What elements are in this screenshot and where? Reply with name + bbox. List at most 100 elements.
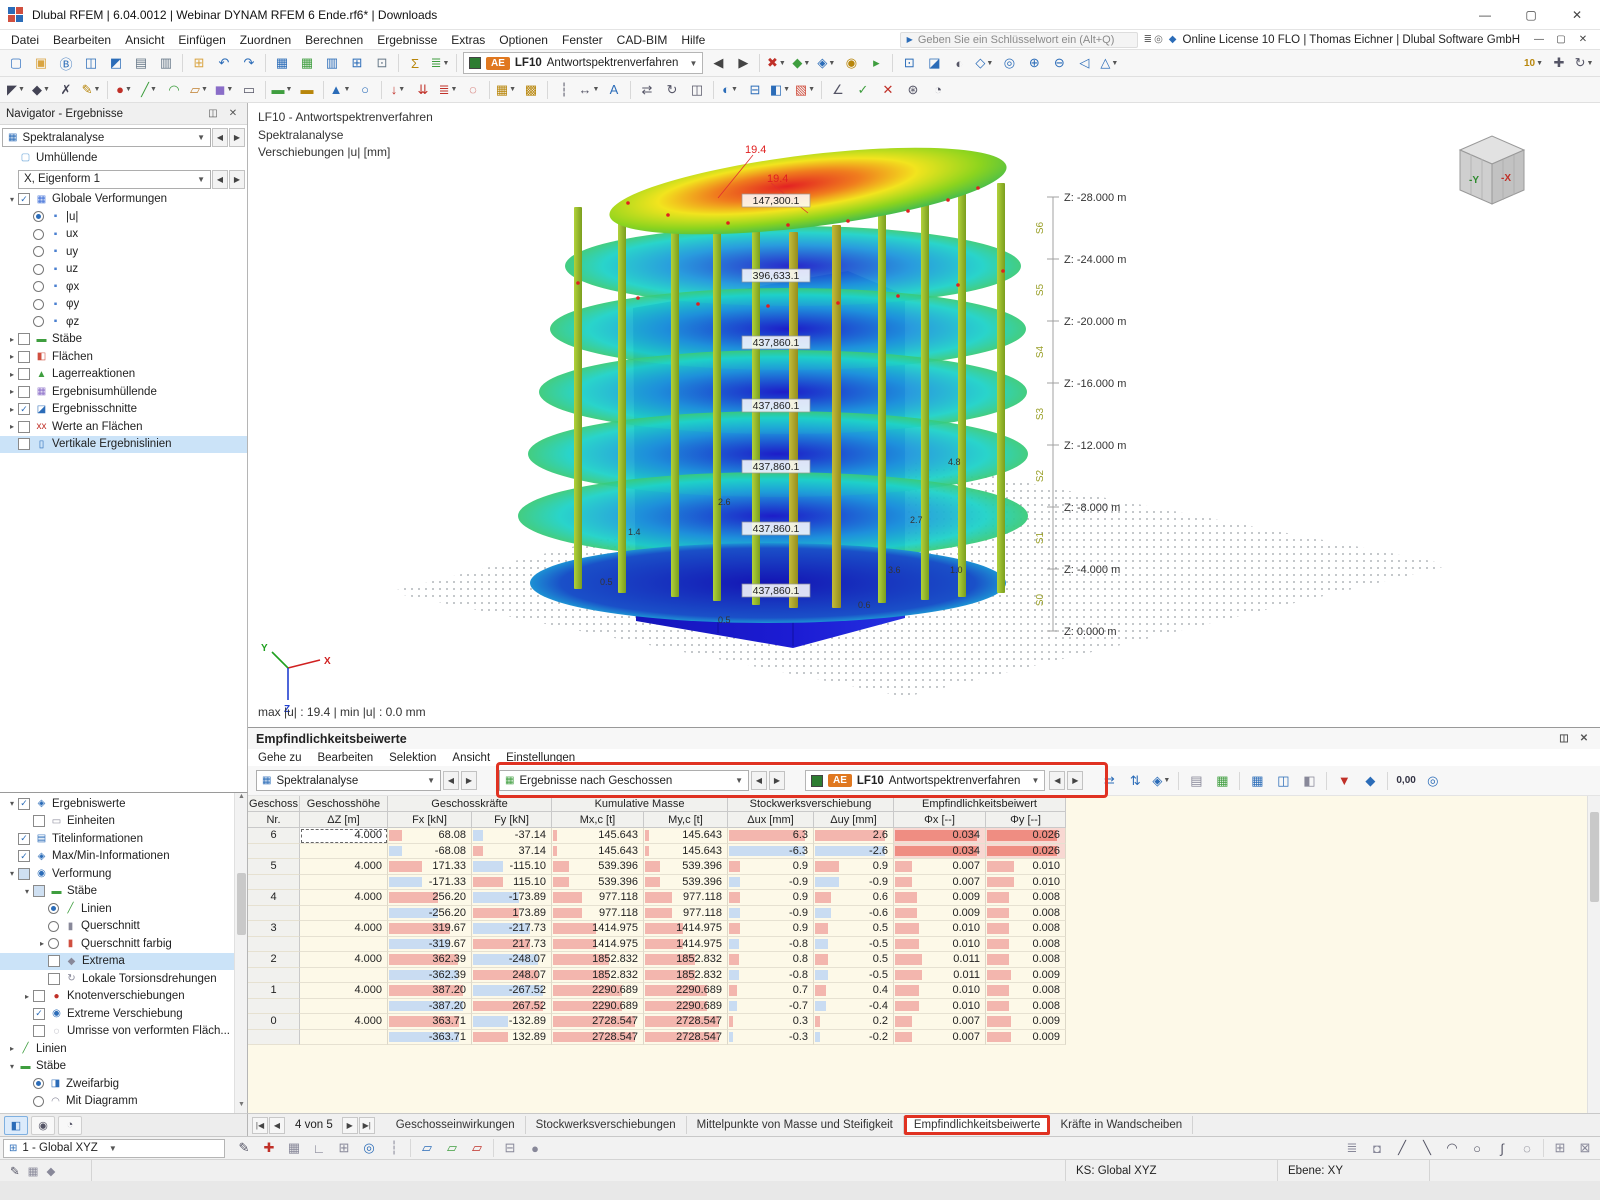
previous-loadcase-button[interactable]: ◀ [1049, 771, 1065, 790]
table-row[interactable]: -171.33115.10539.396539.396-0.9-0.90.007… [248, 875, 1600, 891]
menu-item[interactable]: Extras [444, 31, 492, 49]
edit-selection-icon[interactable]: ✎▼ [79, 79, 103, 101]
value-cell[interactable]: 68.08 [388, 828, 472, 844]
eigenform-combo[interactable]: X, Eigenform 1▼ [18, 170, 211, 189]
value-cell[interactable]: 0.4 [814, 983, 894, 999]
table-columns-icon[interactable]: ◫ [1271, 770, 1295, 792]
menu-item[interactable]: Bearbeiten [46, 31, 118, 49]
value-cell[interactable]: 0.010 [894, 921, 986, 937]
value-cell[interactable]: -0.3 [728, 1030, 814, 1046]
collapse-icon[interactable]: ▾ [6, 195, 18, 204]
value-cell[interactable]: -0.8 [728, 937, 814, 953]
edit-guidelines-icon[interactable]: ✎ [232, 1137, 256, 1159]
recent-pages-icon[interactable]: 10▼ [1521, 52, 1546, 74]
value-cell[interactable]: 0.010 [894, 937, 986, 953]
ellipse-tool-icon[interactable]: ◌ [1515, 1137, 1539, 1159]
filter-rows-icon[interactable]: ▼ [1332, 770, 1356, 792]
tree-item[interactable]: ◌Umrisse von verformten Fläch... [0, 1023, 234, 1041]
expand-icon[interactable]: ▸ [21, 992, 33, 1001]
display-properties-icon[interactable]: ◧▼ [768, 79, 792, 101]
tree-item[interactable]: ◨Zweifarbig [0, 1075, 234, 1093]
collapse-icon[interactable]: ▾ [21, 887, 33, 896]
scroll-up-icon[interactable]: ▲ [235, 793, 248, 805]
dimension-icon[interactable]: ↔▼ [577, 79, 601, 101]
search-table-icon[interactable]: ◎ [1421, 770, 1445, 792]
table-menu-item[interactable]: Ansicht [452, 752, 490, 764]
menu-item[interactable]: CAD-BIM [610, 31, 675, 49]
table-view-icon[interactable]: ▦ [1245, 770, 1269, 792]
sync-selection-icon[interactable]: ⇄ [1097, 770, 1121, 792]
table-scrollbar[interactable] [1587, 796, 1600, 1113]
select-special-icon[interactable]: ◆▼ [29, 79, 53, 101]
tree-item[interactable]: ▾▬Stäbe [0, 883, 234, 901]
measure-icon[interactable]: ∠ [826, 79, 850, 101]
tree-item[interactable]: ✓◈Max/Min-Informationen [0, 848, 234, 866]
story-height-cell[interactable]: 4.000 [300, 921, 388, 937]
doc-minimize-button[interactable]: — [1528, 31, 1550, 49]
table-tab[interactable]: Mittelpunkte von Masse und Steifigkeit [687, 1116, 904, 1134]
value-cell[interactable]: 1414.975 [644, 937, 728, 953]
tree-item[interactable]: ▮Querschnitt [0, 918, 234, 936]
value-cell[interactable]: -2.6 [814, 844, 894, 860]
table-menu-item[interactable]: Bearbeiten [317, 752, 373, 764]
fixed-columns-icon[interactable]: ◧ [1297, 770, 1321, 792]
rendering-icon[interactable]: ▧▼ [793, 79, 817, 101]
table-row[interactable]: 54.000171.33-115.10539.396539.3960.90.90… [248, 859, 1600, 875]
story-height-cell[interactable] [300, 844, 388, 860]
tree-item[interactable]: ▪φz [0, 313, 247, 331]
story-number-cell[interactable] [248, 937, 300, 953]
print-table-icon[interactable]: ▤ [1184, 770, 1208, 792]
zoom-window-icon[interactable]: ◎ [997, 52, 1021, 74]
value-cell[interactable]: 217.73 [472, 937, 552, 953]
menu-item[interactable]: Hilfe [674, 31, 712, 49]
deselect-icon[interactable]: ✗ [54, 79, 78, 101]
value-cell[interactable]: 173.89 [472, 906, 552, 922]
arc-segment-icon[interactable]: ◠ [1440, 1137, 1464, 1159]
panel-filter-tab-icon[interactable]: ◉ [31, 1116, 55, 1135]
column-header[interactable]: Mx,c [t] [552, 812, 644, 828]
column-group-header[interactable]: Geschosskräfte [388, 796, 552, 812]
scrollbar-thumb[interactable] [237, 873, 246, 935]
value-cell[interactable]: -387.20 [388, 999, 472, 1015]
menu-item[interactable]: Ansicht [118, 31, 171, 49]
checkbox-unchecked[interactable] [18, 368, 30, 380]
table-tab[interactable]: Kräfte in Wandscheiben [1050, 1116, 1193, 1134]
value-cell[interactable]: 145.643 [552, 828, 644, 844]
table-tab[interactable]: Geschosseinwirkungen [386, 1116, 526, 1134]
spreadsheet-icon[interactable]: ⊞ [345, 52, 369, 74]
export-excel-icon[interactable]: ▦ [1210, 770, 1234, 792]
story-height-cell[interactable] [300, 937, 388, 953]
radio-unselected[interactable] [33, 246, 44, 257]
checkbox-checked[interactable]: ✓ [18, 833, 30, 845]
value-cell[interactable]: 387.20 [388, 983, 472, 999]
table-menu-item[interactable]: Selektion [389, 752, 436, 764]
result-values-icon[interactable]: ◈▼ [814, 52, 838, 74]
expand-icon[interactable]: ▸ [6, 1044, 18, 1053]
search-input[interactable]: ▶ Geben Sie ein Schlüsselwort ein (Alt+Q… [900, 32, 1138, 48]
story-height-cell[interactable]: 4.000 [300, 828, 388, 844]
tree-item[interactable]: ◆Extrema [0, 953, 234, 971]
object-snap-icon[interactable]: ◎ [357, 1137, 381, 1159]
save-icon[interactable]: ◩ [104, 52, 128, 74]
story-number-cell[interactable] [248, 906, 300, 922]
value-cell[interactable]: 1414.975 [552, 921, 644, 937]
tree-item[interactable]: ▸xxWerte an Flächen [0, 418, 247, 436]
value-cell[interactable]: 2290.689 [644, 983, 728, 999]
tree-item[interactable]: ▪φx [0, 278, 247, 296]
value-cell[interactable]: -319.67 [388, 937, 472, 953]
value-cell[interactable]: 0.009 [986, 1014, 1066, 1030]
next-mode-button[interactable]: ▶ [769, 771, 785, 790]
value-cell[interactable]: 0.034 [894, 844, 986, 860]
solid-icon[interactable]: ◼▼ [212, 79, 236, 101]
previous-analysis-button[interactable]: ◀ [212, 128, 228, 147]
column-group-header[interactable]: Geschosshöhe [300, 796, 388, 812]
line-grid-icon[interactable]: ┆ [382, 1137, 406, 1159]
mesh-refinement-icon[interactable]: ▩ [519, 79, 543, 101]
print-icon[interactable]: ▤ [129, 52, 153, 74]
value-cell[interactable]: 0.2 [814, 1014, 894, 1030]
table-row[interactable]: -363.71132.892728.5472728.547-0.3-0.20.0… [248, 1030, 1600, 1046]
column-group-header[interactable]: Kumulative Masse [552, 796, 728, 812]
story-number-cell[interactable]: 2 [248, 952, 300, 968]
checkbox-unchecked[interactable] [18, 421, 30, 433]
story-height-cell[interactable] [300, 999, 388, 1015]
